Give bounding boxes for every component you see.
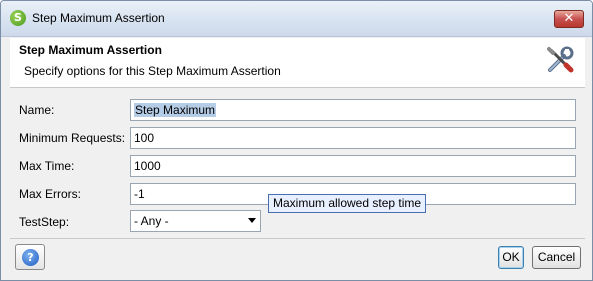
dialog-header: Step Maximum Assertion Specify options f… <box>10 38 585 88</box>
app-icon: S <box>10 10 26 26</box>
help-icon: ? <box>22 249 39 266</box>
dialog-footer: ? OK Cancel <box>10 238 585 274</box>
options-form: Name: Step Maximum Minimum Requests: 100… <box>10 89 585 237</box>
cancel-button[interactable]: Cancel <box>532 246 581 269</box>
help-button[interactable]: ? <box>15 244 45 270</box>
name-value: Step Maximum <box>134 103 217 117</box>
ok-button[interactable]: OK <box>498 246 524 269</box>
window-title: Step Maximum Assertion <box>32 11 165 25</box>
header-description: Specify options for this Step Maximum As… <box>24 64 281 78</box>
max-time-label: Max Time: <box>19 159 75 173</box>
max-time-value: 1000 <box>134 159 161 173</box>
max-errors-label: Max Errors: <box>19 187 82 201</box>
dialog-window: S Step Maximum Assertion ✕ Step Maximum … <box>0 0 593 281</box>
tools-icon <box>547 46 574 73</box>
chevron-down-icon[interactable] <box>248 218 256 223</box>
close-button[interactable]: ✕ <box>554 10 584 28</box>
teststep-label: TestStep: <box>19 215 70 229</box>
header-title: Step Maximum Assertion <box>19 43 162 57</box>
title-bar[interactable]: S Step Maximum Assertion ✕ <box>1 1 592 37</box>
minimum-requests-value: 100 <box>134 131 155 145</box>
teststep-selected-value: - Any - <box>134 214 169 228</box>
max-errors-value: -1 <box>134 187 145 201</box>
teststep-select[interactable]: - Any - <box>130 210 261 232</box>
max-time-input[interactable]: 1000 <box>130 155 576 177</box>
minimum-requests-input[interactable]: 100 <box>130 127 576 149</box>
max-time-tooltip: Maximum allowed step time <box>268 194 427 213</box>
minimum-requests-label: Minimum Requests: <box>19 131 126 145</box>
name-input[interactable]: Step Maximum <box>130 99 576 121</box>
close-icon: ✕ <box>563 11 575 26</box>
name-label: Name: <box>19 103 55 117</box>
